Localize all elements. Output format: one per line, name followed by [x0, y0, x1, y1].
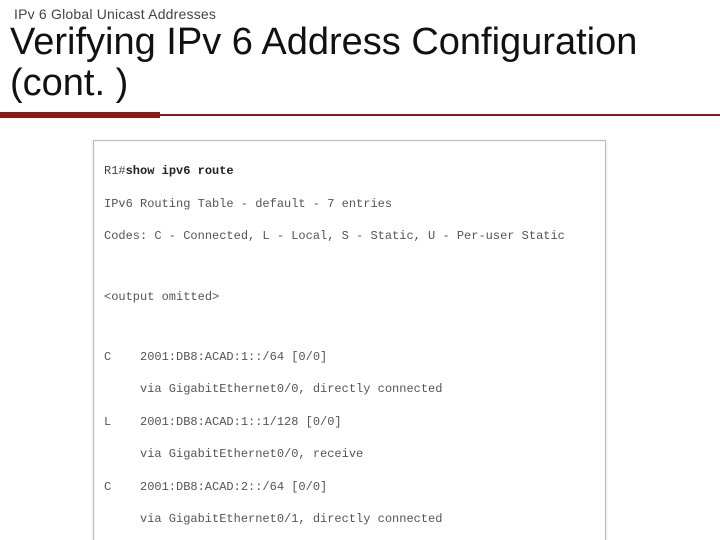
terminal-output: R1#show ipv6 route IPv6 Routing Table - … — [93, 140, 606, 540]
route-via: via GigabitEthernet0/1, directly connect… — [104, 511, 595, 527]
route-line: C2001:DB8:ACAD:1::/64 [0/0] — [104, 349, 595, 365]
route-code: C — [104, 349, 140, 365]
route-code: C — [104, 479, 140, 495]
terminal-prompt-line: R1#show ipv6 route — [104, 163, 595, 179]
route-via-pad — [104, 511, 140, 527]
route-line: C2001:DB8:ACAD:2::/64 [0/0] — [104, 479, 595, 495]
route-via: via GigabitEthernet0/0, directly connect… — [104, 381, 595, 397]
route-net: 2001:DB8:ACAD:1::1/128 [0/0] — [140, 415, 342, 429]
terminal-command: show ipv6 route — [126, 164, 234, 178]
page-title: Verifying IPv 6 Address Configuration (c… — [10, 22, 710, 104]
route-net: 2001:DB8:ACAD:2::/64 [0/0] — [140, 480, 327, 494]
terminal-blank — [104, 321, 595, 333]
title-underline-thick — [0, 112, 160, 118]
terminal-header-line: IPv6 Routing Table - default - 7 entries — [104, 196, 595, 212]
route-net: 2001:DB8:ACAD:1::/64 [0/0] — [140, 350, 327, 364]
route-via-pad — [104, 381, 140, 397]
route-via-text: via GigabitEthernet0/0, directly connect… — [140, 382, 442, 396]
terminal-prompt: R1# — [104, 164, 126, 178]
terminal-wrap: R1#show ipv6 route IPv6 Routing Table - … — [93, 140, 606, 540]
kicker-text: IPv 6 Global Unicast Addresses — [14, 6, 216, 22]
terminal-codes-line: Codes: C - Connected, L - Local, S - Sta… — [104, 228, 595, 244]
route-line: L2001:DB8:ACAD:1::1/128 [0/0] — [104, 414, 595, 430]
terminal-omitted: <output omitted> — [104, 289, 595, 305]
slide: IPv 6 Global Unicast Addresses Verifying… — [0, 0, 720, 540]
route-code: L — [104, 414, 140, 430]
terminal-blank — [104, 260, 595, 272]
route-via-text: via GigabitEthernet0/1, directly connect… — [140, 512, 442, 526]
route-via: via GigabitEthernet0/0, receive — [104, 446, 595, 462]
route-via-pad — [104, 446, 140, 462]
route-via-text: via GigabitEthernet0/0, receive — [140, 447, 363, 461]
